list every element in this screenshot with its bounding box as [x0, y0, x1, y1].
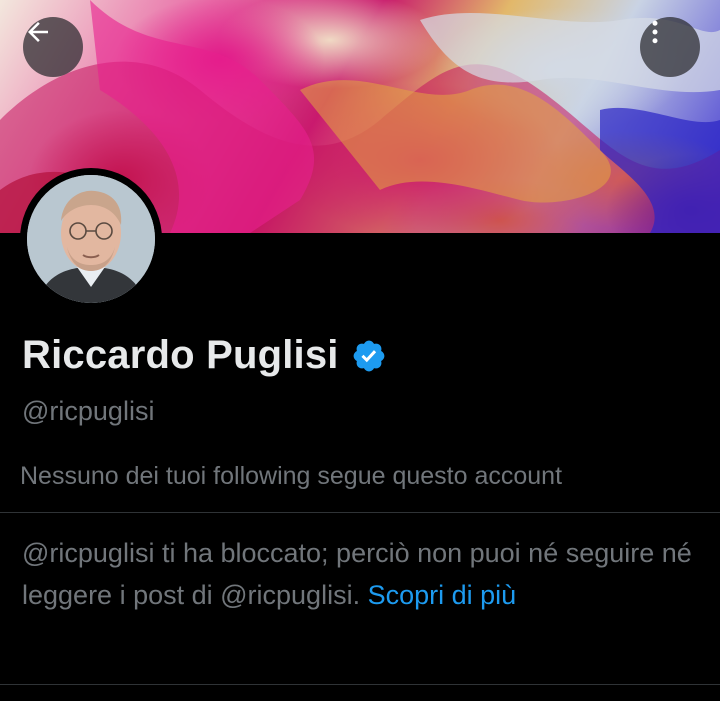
avatar-frame — [20, 168, 162, 310]
profile-handle: @ricpuglisi — [22, 396, 155, 426]
profile-name: Riccardo Puglisi — [22, 333, 339, 377]
arrow-left-icon — [28, 22, 48, 42]
avatar[interactable] — [27, 175, 155, 303]
vertical-dots-icon — [652, 20, 658, 44]
learn-more-link[interactable]: Scopri di più — [368, 580, 517, 610]
divider — [0, 512, 720, 513]
profile-name-row: Riccardo Puglisi — [22, 333, 387, 378]
blocked-notice-text: @ricpuglisi ti ha bloccato; perciò non p… — [22, 538, 692, 610]
followers-you-know: Nessuno dei tuoi following segue questo … — [20, 462, 563, 490]
back-button[interactable] — [23, 17, 83, 77]
blocked-notice: @ricpuglisi ti ha bloccato; perciò non p… — [22, 532, 702, 616]
more-options-button[interactable] — [640, 17, 700, 77]
verified-badge-icon[interactable] — [351, 338, 387, 374]
avatar-portrait — [27, 175, 155, 303]
divider — [0, 684, 720, 685]
